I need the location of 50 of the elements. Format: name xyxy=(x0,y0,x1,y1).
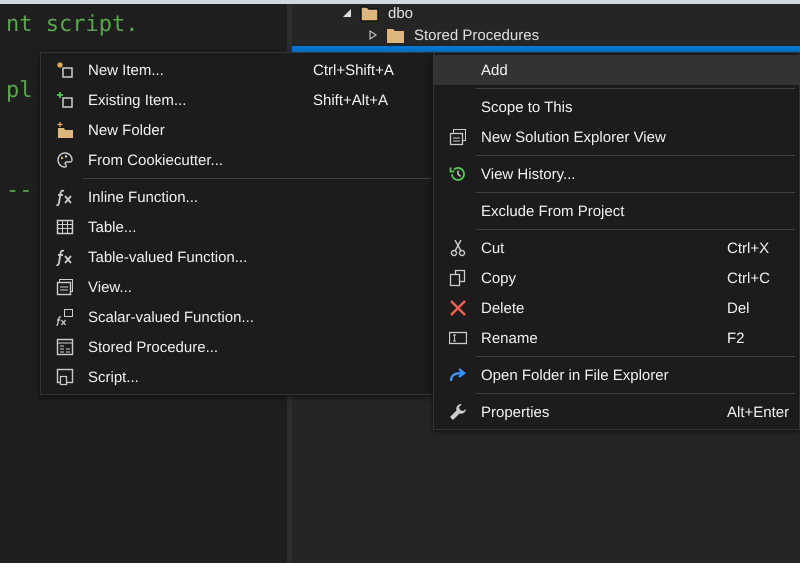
menu-item[interactable]: Existing Item... Shift+Alt+A xyxy=(41,85,435,115)
code-line: pl xyxy=(6,78,32,103)
code-line: nt script. xyxy=(6,12,138,37)
menu-item[interactable]: Rename F2 xyxy=(434,323,799,353)
table-icon xyxy=(56,218,74,236)
scissors-icon xyxy=(448,239,466,257)
menu-item[interactable]: Table-valued Function... xyxy=(41,242,435,272)
collapsed-arrow-icon[interactable] xyxy=(368,30,378,40)
tree-item[interactable]: dbo xyxy=(388,4,414,22)
new-item-icon xyxy=(56,61,74,79)
menu-item[interactable]: Add xyxy=(434,55,799,85)
script-icon xyxy=(56,368,74,386)
window-icon xyxy=(448,128,466,146)
palette-icon xyxy=(56,151,74,169)
curved-arrow-icon xyxy=(448,366,466,384)
menu-item[interactable]: New Folder xyxy=(41,115,435,145)
history-icon xyxy=(448,165,466,183)
open-folder-icon xyxy=(360,4,380,22)
menu-item[interactable]: Delete Del xyxy=(434,293,799,323)
menu-item[interactable]: Open Folder in File Explorer xyxy=(434,360,799,390)
menu-item[interactable]: Cut Ctrl+X xyxy=(434,233,799,263)
copy-icon xyxy=(448,269,466,287)
add-item-icon xyxy=(56,91,74,109)
menu-item[interactable]: New Item... Ctrl+Shift+A xyxy=(41,55,435,85)
menu-item[interactable]: Properties Alt+Enter xyxy=(434,397,799,427)
rename-icon xyxy=(448,329,466,347)
menu-item[interactable]: View... xyxy=(41,272,435,302)
menu-item[interactable]: Stored Procedure... xyxy=(41,332,435,362)
new-folder-icon xyxy=(56,121,74,139)
function-icon xyxy=(56,188,74,206)
menu-item[interactable]: Table... xyxy=(41,212,435,242)
stored-procedure-icon xyxy=(56,338,74,356)
function-icon xyxy=(56,248,74,266)
menu-item[interactable]: View History... xyxy=(434,159,799,189)
scalar-function-icon xyxy=(56,308,74,326)
code-line: -- xyxy=(6,178,32,203)
menu-item[interactable]: Scope to This xyxy=(434,92,799,122)
tree-item[interactable]: Stored Procedures xyxy=(414,26,540,44)
close-icon xyxy=(448,299,466,317)
menu-item[interactable]: Exclude From Project xyxy=(434,196,799,226)
menu-item[interactable]: New Solution Explorer View xyxy=(434,122,799,152)
wrench-icon xyxy=(448,403,466,421)
menu-item[interactable]: Script... xyxy=(41,362,435,392)
view-icon xyxy=(56,278,74,296)
menu-item[interactable]: Inline Function... xyxy=(41,182,435,212)
expanded-arrow-icon[interactable] xyxy=(342,8,352,18)
menu-item[interactable]: Scalar-valued Function... xyxy=(41,302,435,332)
menu-item[interactable]: Copy Ctrl+C xyxy=(434,263,799,293)
folder-icon xyxy=(386,26,406,44)
menu-item[interactable]: From Cookiecutter... xyxy=(41,145,435,175)
